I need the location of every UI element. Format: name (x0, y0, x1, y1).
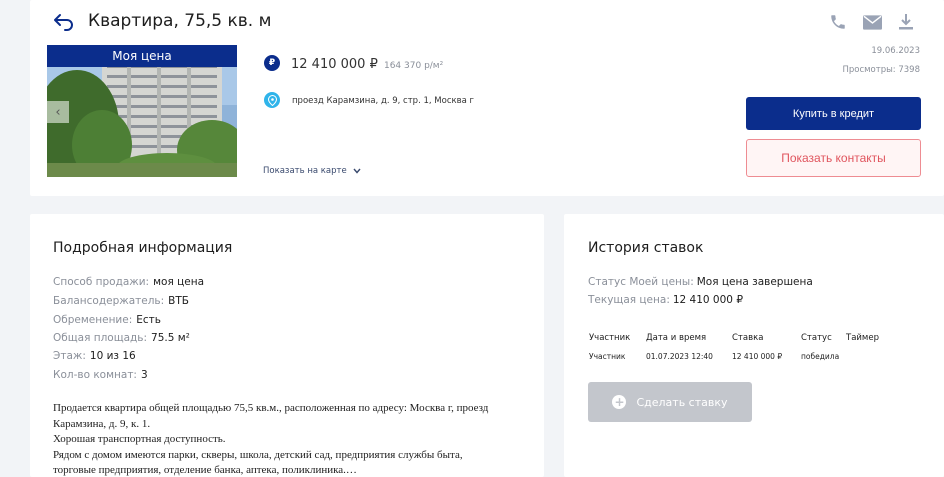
chevron-left-icon[interactable]: ‹ (47, 101, 69, 123)
column-header: Ставка (732, 333, 764, 343)
table-cell: 01.07.2023 12:40 (646, 352, 713, 361)
current-price-label: Текущая цена: (588, 294, 670, 306)
table-cell: победила (801, 352, 840, 361)
detail-value: 3 (140, 369, 148, 381)
show-contacts-button[interactable]: Показать контакты (746, 139, 921, 177)
details-title: Подробная информация (53, 240, 233, 256)
listing-date: 19.06.2023 (871, 46, 920, 56)
detail-label: Способ продажи: (53, 276, 150, 288)
detail-row-rooms: Кол-во комнат: 3 (53, 369, 148, 381)
detail-value: 75.5 м² (151, 332, 190, 344)
mail-icon[interactable] (862, 12, 882, 32)
description-line: Карамзина, д. 9, к. 1. (53, 417, 151, 430)
detail-row-area: Общая площадь: 75.5 м² (53, 332, 190, 344)
buy-on-credit-button[interactable]: Купить в кредит (746, 97, 921, 130)
current-price: Текущая цена: 12 410 000 ₽ (588, 294, 743, 306)
description-line: Продается квартира общей площадью 75,5 к… (53, 402, 489, 414)
detail-row-holder: Балансодержатель: ВТБ (53, 295, 189, 307)
description-line: Хорошая транспортная доступность. (53, 433, 226, 445)
place-bid-button[interactable]: + Сделать ставку (588, 382, 752, 422)
listing-photo[interactable]: Моя цена ‹ (47, 45, 237, 177)
price: 12 410 000 ₽ 164 370 р/м² (291, 57, 443, 72)
description-line: Рядом с домом имеются парки, скверы, шко… (53, 448, 463, 461)
detail-row-sale-method: Способ продажи: моя цена (53, 276, 204, 288)
detail-label: Общая площадь: (53, 332, 148, 344)
location-pin-icon (264, 92, 280, 108)
detail-value: 10 из 16 (89, 350, 136, 362)
column-header: Дата и время (646, 333, 707, 343)
chevron-down-icon (353, 168, 361, 174)
listing-description: Продается квартира общей площадью 75,5 к… (53, 401, 513, 477)
status-label: Статус Моей цены: (588, 276, 694, 288)
detail-value: ВТБ (168, 295, 189, 307)
header-actions (828, 12, 916, 32)
table-cell: 12 410 000 ₽ (732, 352, 783, 361)
my-price-status: Статус Моей цены: Моя цена завершена (588, 276, 813, 288)
download-icon[interactable] (896, 12, 916, 32)
detail-label: Кол-во комнат: (53, 369, 137, 381)
description-line: торговые предприятия, отделение банка, а… (53, 464, 357, 476)
detail-label: Балансодержатель: (53, 295, 165, 307)
detail-label: Этаж: (53, 350, 86, 362)
column-header: Участник (589, 333, 631, 343)
history-title: История ставок (588, 240, 704, 256)
map-link-label: Показать на карте (263, 166, 347, 176)
view-count: Просмотры: 7398 (842, 65, 920, 75)
place-bid-label: Сделать ставку (636, 395, 728, 409)
photo-banner: Моя цена (47, 45, 237, 67)
address: проезд Карамзина, д. 9, стр. 1, Москва г (292, 96, 475, 106)
price-value: 12 410 000 ₽ (291, 57, 378, 72)
status-value: Моя цена завершена (696, 276, 813, 288)
column-header: Таймер (846, 333, 879, 343)
page-title: Квартира, 75,5 кв. м (88, 11, 272, 31)
detail-label: Обременение: (53, 314, 133, 326)
detail-value: моя цена (153, 276, 205, 288)
phone-icon[interactable] (828, 12, 848, 32)
plus-icon: + (612, 395, 627, 409)
detail-row-encumbrance: Обременение: Есть (53, 314, 161, 326)
detail-row-floor: Этаж: 10 из 16 (53, 350, 136, 362)
column-header: Статус (801, 333, 832, 343)
back-arrow-icon[interactable] (52, 11, 76, 33)
ruble-icon: ₽ (264, 55, 280, 71)
show-on-map-link[interactable]: Показать на карте (263, 166, 361, 176)
detail-value: Есть (136, 314, 161, 326)
current-price-value: 12 410 000 ₽ (672, 294, 743, 306)
table-cell: Участник (589, 352, 626, 361)
price-per-sqm: 164 370 р/м² (383, 61, 444, 71)
